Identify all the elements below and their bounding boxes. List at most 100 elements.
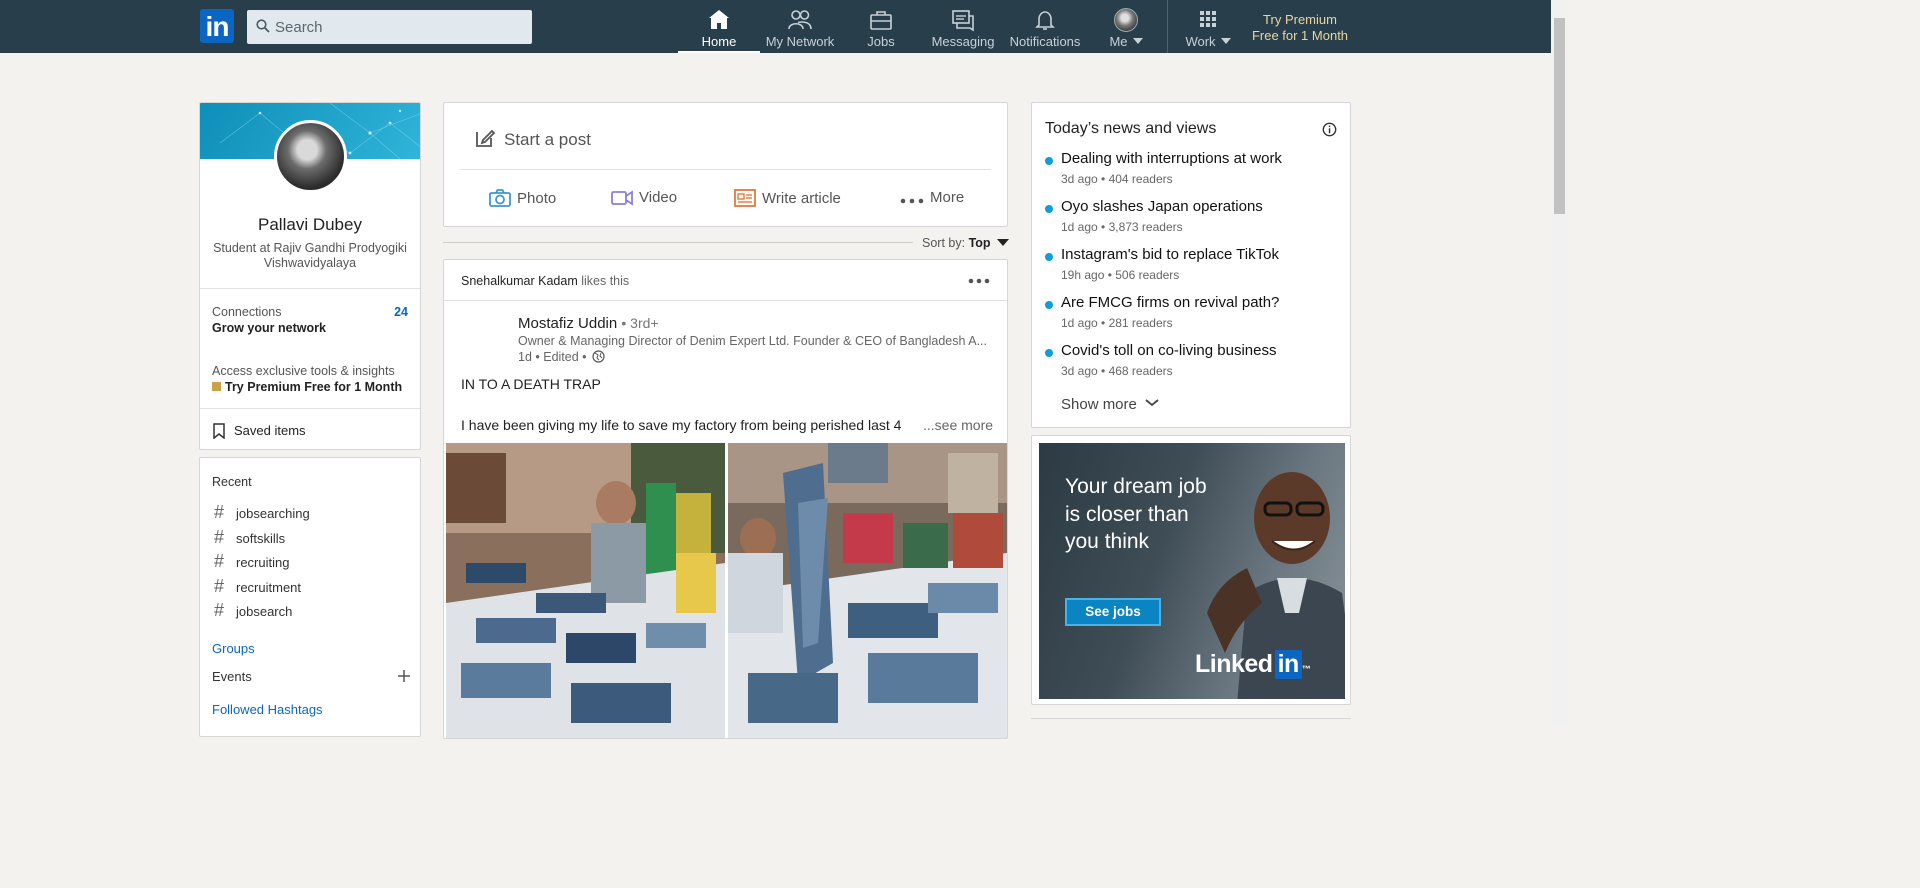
news-headline[interactable]: Oyo slashes Japan operations — [1061, 198, 1263, 215]
factory-photo-right — [728, 443, 1007, 738]
info-icon[interactable] — [1322, 122, 1337, 137]
search-input[interactable] — [275, 10, 525, 44]
messaging-icon — [952, 10, 974, 32]
post-image-left[interactable] — [446, 443, 725, 738]
search-icon — [256, 19, 270, 33]
hashtag-icon: # — [214, 551, 225, 571]
divider — [200, 288, 420, 289]
post-author-name[interactable]: Mostafiz Uddin — [518, 315, 617, 332]
nav-messaging-label: Messaging — [931, 34, 995, 49]
bullet-dot — [1045, 157, 1053, 165]
divider — [200, 408, 420, 409]
bookmark-icon — [213, 423, 225, 440]
ad-banner[interactable]: Your dream job is closer than you think … — [1039, 443, 1345, 699]
groups-link[interactable]: Groups — [212, 641, 255, 656]
more-dots-icon — [900, 198, 924, 204]
post-title: IN TO A DEATH TRAP — [461, 376, 601, 392]
camera-icon — [489, 189, 511, 207]
chevron-down-icon — [996, 239, 1009, 246]
access-tools-text: Access exclusive tools & insights — [212, 364, 395, 378]
post-author-line[interactable]: Mostafiz Uddin • 3rd+ — [518, 315, 659, 332]
nav-work[interactable]: Work — [1178, 0, 1238, 53]
bullet-dot — [1045, 253, 1053, 261]
news-headline[interactable]: Instagram's bid to replace TikTok — [1061, 246, 1279, 263]
write-article-button[interactable]: Write article — [734, 189, 841, 207]
connections-count[interactable]: 24 — [394, 305, 408, 319]
sort-dropdown[interactable]: Sort by: Top — [922, 236, 1009, 250]
bullet-dot — [1045, 301, 1053, 309]
nav-home[interactable]: Home — [678, 0, 760, 53]
linkedin-logo[interactable]: in — [200, 9, 234, 43]
hashtag-icon: # — [214, 600, 225, 620]
profile-name[interactable]: Pallavi Dubey — [200, 215, 420, 235]
post-author-headline: Owner & Managing Director of Denim Exper… — [518, 334, 987, 348]
profile-photo[interactable] — [274, 120, 347, 193]
nav-my-network[interactable]: My Network — [760, 0, 840, 53]
post-options-icon[interactable] — [968, 277, 990, 285]
nav-jobs[interactable]: Jobs — [850, 0, 912, 53]
post-image-right[interactable] — [728, 443, 1007, 738]
profile-headline: Student at Rajiv Gandhi Prodyogiki Vishw… — [213, 241, 407, 270]
factory-photo-left — [446, 443, 725, 738]
post-meta: 1d • Edited • — [518, 350, 605, 364]
saved-items-link[interactable]: Saved items — [212, 423, 306, 440]
video-button[interactable]: Video — [611, 189, 677, 206]
nav-notifications[interactable]: Notifications — [1005, 0, 1085, 53]
feed-post: Snehalkumar Kadam likes this Mostafiz Ud… — [443, 259, 1008, 739]
network-icon — [788, 10, 812, 30]
news-meta: 1d ago • 3,873 readers — [1061, 220, 1183, 234]
linkedin-logo: Linked in ™ — [1195, 650, 1311, 679]
nav-me-label: Me — [1098, 34, 1154, 49]
nav-me[interactable]: Me — [1098, 0, 1154, 53]
vertical-scrollbar[interactable] — [1551, 0, 1568, 725]
article-icon — [734, 189, 756, 207]
next-card-edge — [1031, 718, 1351, 719]
ad-headline: Your dream job is closer than you think — [1065, 475, 1207, 553]
news-meta: 19h ago • 506 readers — [1061, 268, 1180, 282]
globe-icon — [592, 350, 605, 363]
hashtag-item[interactable]: # jobsearching — [214, 502, 310, 523]
grow-network-link[interactable]: Grow your network — [212, 321, 326, 335]
bullet-dot — [1045, 205, 1053, 213]
news-headline[interactable]: Are FMCG firms on revival path? — [1061, 294, 1279, 311]
chevron-down-icon — [1132, 38, 1143, 44]
news-meta: 1d ago • 281 readers — [1061, 316, 1173, 330]
hashtag-item[interactable]: # softskills — [214, 527, 285, 548]
nav-divider — [1167, 0, 1168, 53]
more-button[interactable]: More — [900, 189, 964, 206]
hashtag-item[interactable]: # jobsearch — [214, 600, 292, 621]
hashtag-item[interactable]: # recruiting — [214, 551, 289, 572]
home-icon — [709, 10, 729, 29]
followed-hashtags-link[interactable]: Followed Hashtags — [212, 702, 323, 717]
hashtag-icon: # — [214, 527, 225, 547]
scrollbar-thumb[interactable] — [1554, 18, 1565, 214]
share-box: Start a post Photo Video Write article M… — [443, 102, 1008, 227]
bell-icon — [1035, 11, 1055, 30]
see-more-link[interactable]: ...see more — [923, 417, 993, 433]
chevron-down-icon — [1220, 38, 1231, 44]
grid-icon — [1200, 11, 1216, 27]
avatar — [1114, 8, 1138, 32]
show-more-button[interactable]: Show more — [1061, 396, 1159, 413]
add-event-icon[interactable] — [397, 669, 411, 683]
news-meta: 3d ago • 468 readers — [1061, 364, 1173, 378]
see-jobs-button[interactable]: See jobs — [1065, 598, 1161, 626]
news-title: Today’s news and views — [1045, 120, 1217, 137]
connections-label[interactable]: Connections — [212, 305, 282, 319]
liker-name[interactable]: Snehalkumar Kadam — [461, 274, 578, 288]
news-headline[interactable]: Covid's toll on co-living business — [1061, 342, 1276, 359]
start-post-button[interactable]: Start a post — [474, 127, 591, 150]
search-box[interactable] — [247, 10, 532, 44]
events-link[interactable]: Events — [212, 669, 252, 684]
news-card: Today’s news and views Dealing with inte… — [1031, 102, 1351, 428]
briefcase-icon — [870, 11, 892, 30]
nav-messaging[interactable]: Messaging — [925, 0, 1001, 53]
hashtag-item[interactable]: # recruitment — [214, 576, 301, 597]
premium-link[interactable]: Try Premium Free for 1 Month — [212, 380, 402, 394]
premium-badge-icon — [212, 382, 221, 391]
news-headline[interactable]: Dealing with interruptions at work — [1061, 150, 1282, 167]
nav-my-network-label: My Network — [765, 34, 835, 49]
premium-nav-link[interactable]: Try Premium Free for 1 Month — [1248, 12, 1352, 44]
nav-jobs-label: Jobs — [867, 34, 895, 49]
photo-button[interactable]: Photo — [489, 189, 556, 207]
